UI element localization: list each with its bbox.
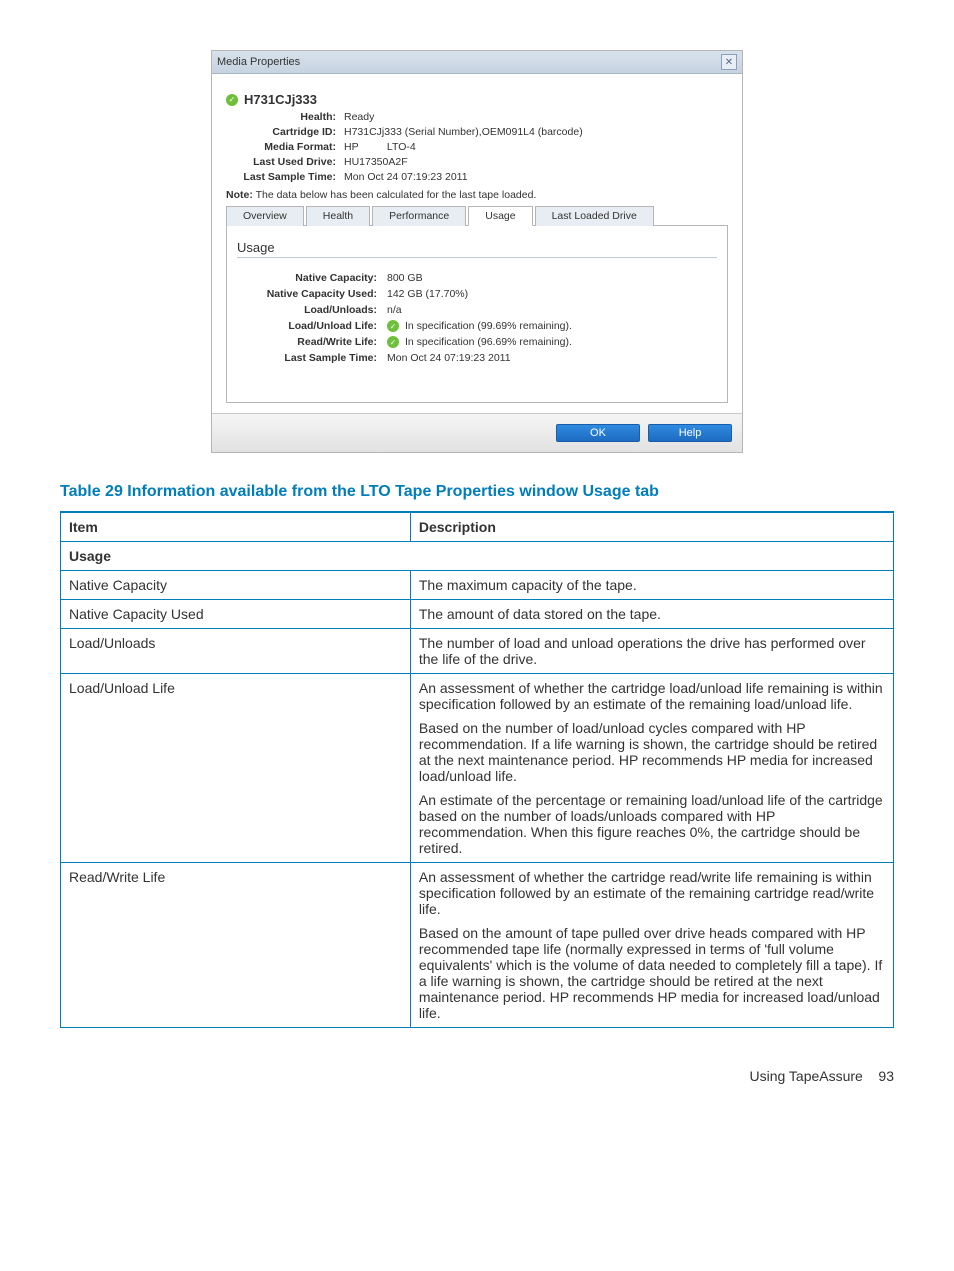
tab-overview[interactable]: Overview [226, 206, 304, 226]
media-properties-dialog: Media Properties ✕ ✓ H731CJj333 Health: … [211, 50, 743, 453]
health-label: Health: [226, 111, 344, 123]
cartridge-id-value: H731CJj333 (Serial Number),OEM091L4 (bar… [344, 126, 728, 138]
ok-button[interactable]: OK [556, 424, 640, 442]
page-number: 93 [878, 1068, 894, 1084]
usage-last-sample-time-value: Mon Oct 24 07:19:23 2011 [387, 352, 717, 364]
tab-health[interactable]: Health [306, 206, 370, 226]
tab-content-usage: Usage Native Capacity: 800 GB Native Cap… [226, 226, 728, 403]
table-item: Read/Write Life [61, 863, 411, 1028]
help-button[interactable]: Help [648, 424, 732, 442]
table-caption: Table 29 Information available from the … [60, 483, 894, 501]
table-desc: An assessment of whether the cartridge r… [410, 863, 893, 1028]
dialog-title: Media Properties [217, 56, 300, 68]
page-footer: Using TapeAssure 93 [60, 1068, 894, 1084]
note-label: Note: [226, 189, 253, 201]
table-desc: The amount of data stored on the tape. [410, 600, 893, 629]
dialog-titlebar: Media Properties ✕ [212, 51, 742, 74]
table-item: Load/Unload Life [61, 674, 411, 863]
note-text: The data below has been calculated for t… [256, 189, 537, 201]
native-capacity-value: 800 GB [387, 272, 717, 284]
media-format-label: Media Format: [226, 141, 344, 153]
status-ok-icon: ✓ [387, 320, 399, 332]
table-section: Usage [61, 542, 894, 571]
last-sample-time-label: Last Sample Time: [226, 171, 344, 183]
load-unloads-label: Load/Unloads: [237, 304, 387, 316]
media-format-mfr: HP [344, 141, 384, 153]
usage-last-sample-time-label: Last Sample Time: [237, 352, 387, 364]
status-ok-icon: ✓ [387, 336, 399, 348]
load-unload-life-label: Load/Unload Life: [237, 320, 387, 332]
health-value: Ready [344, 111, 728, 123]
load-unloads-value: n/a [387, 304, 717, 316]
media-format-type: LTO-4 [387, 141, 416, 153]
table-desc: The maximum capacity of the tape. [410, 571, 893, 600]
last-used-drive-value: HU17350A2F [344, 156, 728, 168]
tab-last-loaded-drive[interactable]: Last Loaded Drive [535, 206, 654, 226]
load-unload-life-value: In specification (99.69% remaining). [405, 320, 572, 332]
table-item: Native Capacity [61, 571, 411, 600]
native-capacity-used-label: Native Capacity Used: [237, 288, 387, 300]
table-desc: The number of load and unload operations… [410, 629, 893, 674]
table-item: Load/Unloads [61, 629, 411, 674]
read-write-life-label: Read/Write Life: [237, 336, 387, 348]
last-used-drive-label: Last Used Drive: [226, 156, 344, 168]
native-capacity-used-value: 142 GB (17.70%) [387, 288, 717, 300]
tabs: Overview Health Performance Usage Last L… [226, 205, 728, 226]
table-desc: An assessment of whether the cartridge l… [410, 674, 893, 863]
footer-text: Using TapeAssure [749, 1068, 862, 1084]
media-name: H731CJj333 [244, 92, 317, 107]
section-title: Usage [237, 240, 717, 258]
status-ok-icon: ✓ [226, 94, 238, 106]
th-item: Item [61, 512, 411, 542]
tab-performance[interactable]: Performance [372, 206, 466, 226]
tab-usage[interactable]: Usage [468, 206, 532, 226]
native-capacity-label: Native Capacity: [237, 272, 387, 284]
close-icon[interactable]: ✕ [721, 54, 737, 70]
read-write-life-value: In specification (96.69% remaining). [405, 336, 572, 348]
cartridge-id-label: Cartridge ID: [226, 126, 344, 138]
th-desc: Description [410, 512, 893, 542]
last-sample-time-value: Mon Oct 24 07:19:23 2011 [344, 171, 728, 183]
table-item: Native Capacity Used [61, 600, 411, 629]
media-title: ✓ H731CJj333 [226, 92, 728, 107]
info-table: Item Description Usage Native CapacityTh… [60, 511, 894, 1028]
